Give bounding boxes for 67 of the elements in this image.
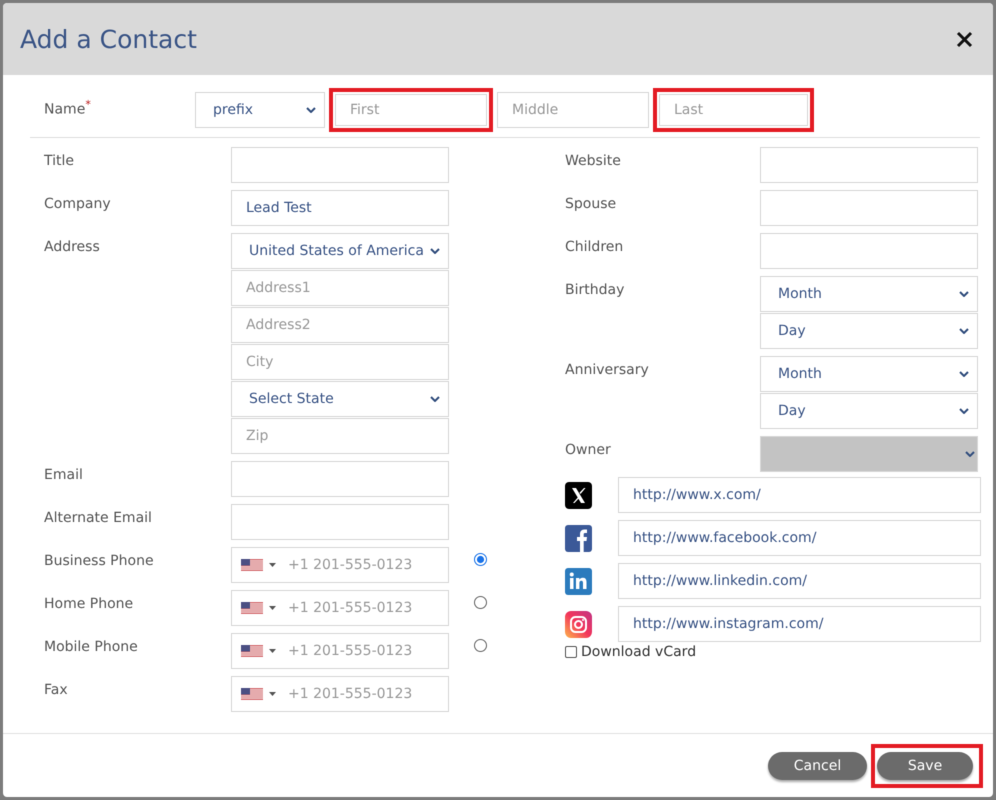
input-field[interactable]: Lead Test (231, 190, 449, 226)
field-label: Mobile Phone (44, 638, 139, 655)
dialog-title: Add a Contact (20, 24, 197, 54)
dropdown[interactable]: Day (760, 393, 978, 429)
field-label: Email (44, 466, 84, 483)
radio-button[interactable] (474, 596, 487, 609)
field-label: Anniversary (565, 361, 650, 378)
dropdown[interactable]: prefix (195, 92, 325, 128)
field-label: Alternate Email (44, 509, 153, 526)
phone-input[interactable]: +1 201-555-0123 (282, 686, 438, 702)
phone-input[interactable]: +1 201-555-0123 (282, 600, 438, 616)
field-label: Children (565, 238, 624, 255)
phone-field[interactable]: +1 201-555-0123 (231, 590, 449, 626)
url-field[interactable]: http://www.x.com/ (618, 477, 981, 513)
chevron-icon (430, 396, 440, 402)
field-label: Owner (565, 441, 612, 458)
caret-icon (269, 563, 276, 567)
input-field[interactable]: First (329, 88, 493, 132)
phone-input[interactable]: +1 201-555-0123 (282, 557, 438, 573)
phone-input[interactable]: +1 201-555-0123 (282, 643, 438, 659)
field-label: Name$^{*}$ (44, 97, 92, 118)
chevron-icon (959, 328, 969, 334)
radio-button[interactable] (474, 553, 487, 566)
field-label: Fax (44, 681, 69, 698)
field-label: Home Phone (44, 595, 134, 612)
url-field[interactable]: http://www.linkedin.com/ (618, 563, 981, 599)
checkbox[interactable] (565, 646, 577, 658)
chevron-icon (959, 408, 969, 414)
phone-field[interactable]: +1 201-555-0123 (231, 633, 449, 669)
chevron-icon (959, 291, 969, 297)
caret-icon (269, 606, 276, 610)
chevron-icon (306, 107, 316, 113)
close-icon[interactable] (956, 30, 973, 48)
field-label: Company (44, 195, 112, 212)
flag-icon (241, 688, 263, 700)
field-label: Website (565, 152, 622, 169)
linkedin-icon (565, 568, 592, 594)
caret-icon (269, 649, 276, 653)
field-label: Title (44, 152, 76, 169)
facebook-icon (565, 524, 592, 552)
x-logo-icon (565, 482, 592, 508)
chevron-icon (430, 248, 440, 254)
dropdown[interactable]: Select State (231, 381, 449, 417)
url-field[interactable]: http://www.facebook.com/ (618, 520, 981, 556)
chevron-icon (965, 451, 975, 457)
input-field[interactable]: Last (653, 88, 814, 132)
flag-icon (241, 602, 263, 614)
field-label: Birthday (565, 281, 626, 298)
dropdown[interactable]: Day (760, 313, 978, 349)
radio-button[interactable] (474, 639, 487, 652)
caret-icon (269, 692, 276, 696)
chevron-icon (959, 371, 969, 377)
field-label: Address (44, 238, 101, 255)
dialog-button[interactable]: Save (871, 744, 983, 788)
dropdown[interactable]: Month (760, 356, 978, 392)
dropdown[interactable]: United States of America (231, 233, 449, 269)
checkbox-label: Download vCard (581, 644, 696, 660)
url-field[interactable]: http://www.instagram.com/ (618, 606, 981, 642)
dropdown[interactable]: Month (760, 276, 978, 312)
phone-field[interactable]: +1 201-555-0123 (231, 676, 449, 712)
field-label: Business Phone (44, 552, 155, 569)
field-label: Spouse (565, 195, 618, 212)
dialog-button[interactable]: Cancel (768, 752, 867, 780)
flag-icon (241, 559, 263, 571)
instagram-icon (565, 610, 592, 638)
phone-field[interactable]: +1 201-555-0123 (231, 547, 449, 583)
flag-icon (241, 645, 263, 657)
